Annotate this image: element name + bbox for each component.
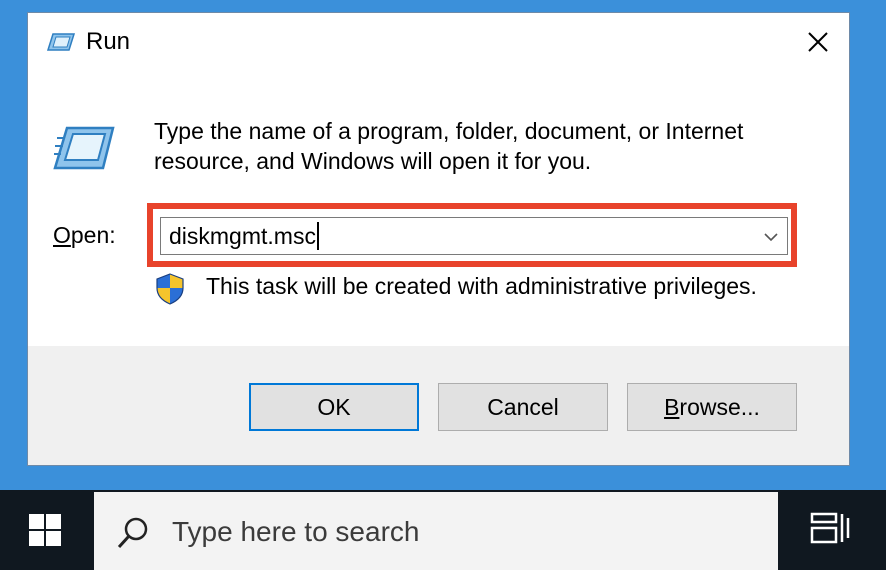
- description-line: Type the name of a program, folder, docu…: [154, 118, 744, 144]
- open-input-value[interactable]: diskmgmt.msc: [169, 222, 319, 250]
- open-label: Open:: [53, 222, 116, 249]
- close-button[interactable]: [795, 21, 841, 63]
- shield-icon: [156, 273, 184, 305]
- browse-label-rest: rowse...: [679, 393, 760, 420]
- admin-note: This task will be created with administr…: [206, 273, 757, 299]
- windows-logo-icon: [29, 514, 61, 546]
- cancel-button[interactable]: Cancel: [438, 383, 608, 431]
- start-button[interactable]: [0, 490, 90, 570]
- taskbar-search-box[interactable]: Type here to search: [94, 492, 778, 570]
- browse-button[interactable]: Browse...: [627, 383, 797, 431]
- run-icon: [53, 126, 115, 170]
- run-dialog: Run Type the name of a program, folder, …: [27, 12, 850, 466]
- chevron-down-icon[interactable]: [763, 229, 779, 245]
- close-icon: [808, 32, 828, 52]
- ok-button[interactable]: OK: [249, 383, 419, 431]
- open-combobox[interactable]: diskmgmt.msc: [160, 217, 788, 255]
- description-line: resource, and Windows will open it for y…: [154, 148, 592, 174]
- browse-accelerator: B: [664, 393, 680, 420]
- taskbar: Type here to search: [0, 490, 886, 570]
- open-label-accelerator: O: [53, 222, 71, 248]
- dialog-description: Type the name of a program, folder, docu…: [154, 116, 804, 176]
- task-view-icon[interactable]: [804, 510, 852, 550]
- run-icon: [47, 33, 75, 51]
- dialog-title: Run: [86, 28, 131, 55]
- search-icon: [117, 517, 148, 549]
- search-placeholder: Type here to search: [172, 516, 420, 547]
- open-label-rest: pen:: [70, 222, 116, 248]
